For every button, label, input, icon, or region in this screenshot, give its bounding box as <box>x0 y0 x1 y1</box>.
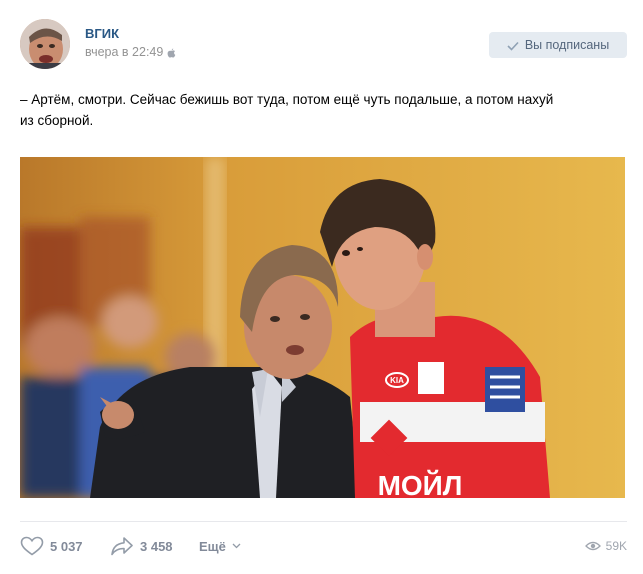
views-counter: 59K <box>584 535 627 557</box>
post-card: ВГИК вчера в 22:49 Вы подписаны – Артём,… <box>0 0 643 574</box>
more-button[interactable]: Ещё <box>199 535 241 557</box>
post-photo[interactable]: KIA МОЙЛ <box>20 157 625 498</box>
eye-icon <box>584 541 601 551</box>
jersey-sponsor-text: МОЙЛ <box>378 469 463 498</box>
footer-divider <box>20 521 627 522</box>
post-text-line-1: – Артём, смотри. Сейчас бежишь вот туда,… <box>20 92 554 107</box>
post-date-text: вчера в 22:49 <box>85 45 164 59</box>
kia-logo-text: KIA <box>390 376 404 385</box>
share-button[interactable]: 3 458 <box>110 535 173 557</box>
subscribed-button-label: Вы подписаны <box>524 38 610 52</box>
views-count: 59K <box>605 539 627 553</box>
author-name-link[interactable]: ВГИК <box>85 26 119 41</box>
like-count: 5 037 <box>50 538 83 554</box>
apple-icon <box>167 47 176 58</box>
photo-image: KIA МОЙЛ <box>20 157 625 498</box>
avatar-face-icon <box>20 19 70 69</box>
check-icon <box>507 40 519 51</box>
post-text-line-2: из сборной. <box>20 113 94 128</box>
heart-icon <box>20 536 44 556</box>
like-button[interactable]: 5 037 <box>20 535 83 557</box>
more-button-label: Ещё <box>199 538 226 554</box>
chevron-down-icon <box>232 543 241 549</box>
share-count: 3 458 <box>140 538 173 554</box>
author-avatar[interactable] <box>20 19 70 69</box>
subscribed-button[interactable]: Вы подписаны <box>489 32 627 58</box>
post-text: – Артём, смотри. Сейчас бежишь вот туда,… <box>20 89 620 131</box>
share-arrow-icon <box>111 537 133 556</box>
post-date[interactable]: вчера в 22:49 <box>85 45 176 59</box>
